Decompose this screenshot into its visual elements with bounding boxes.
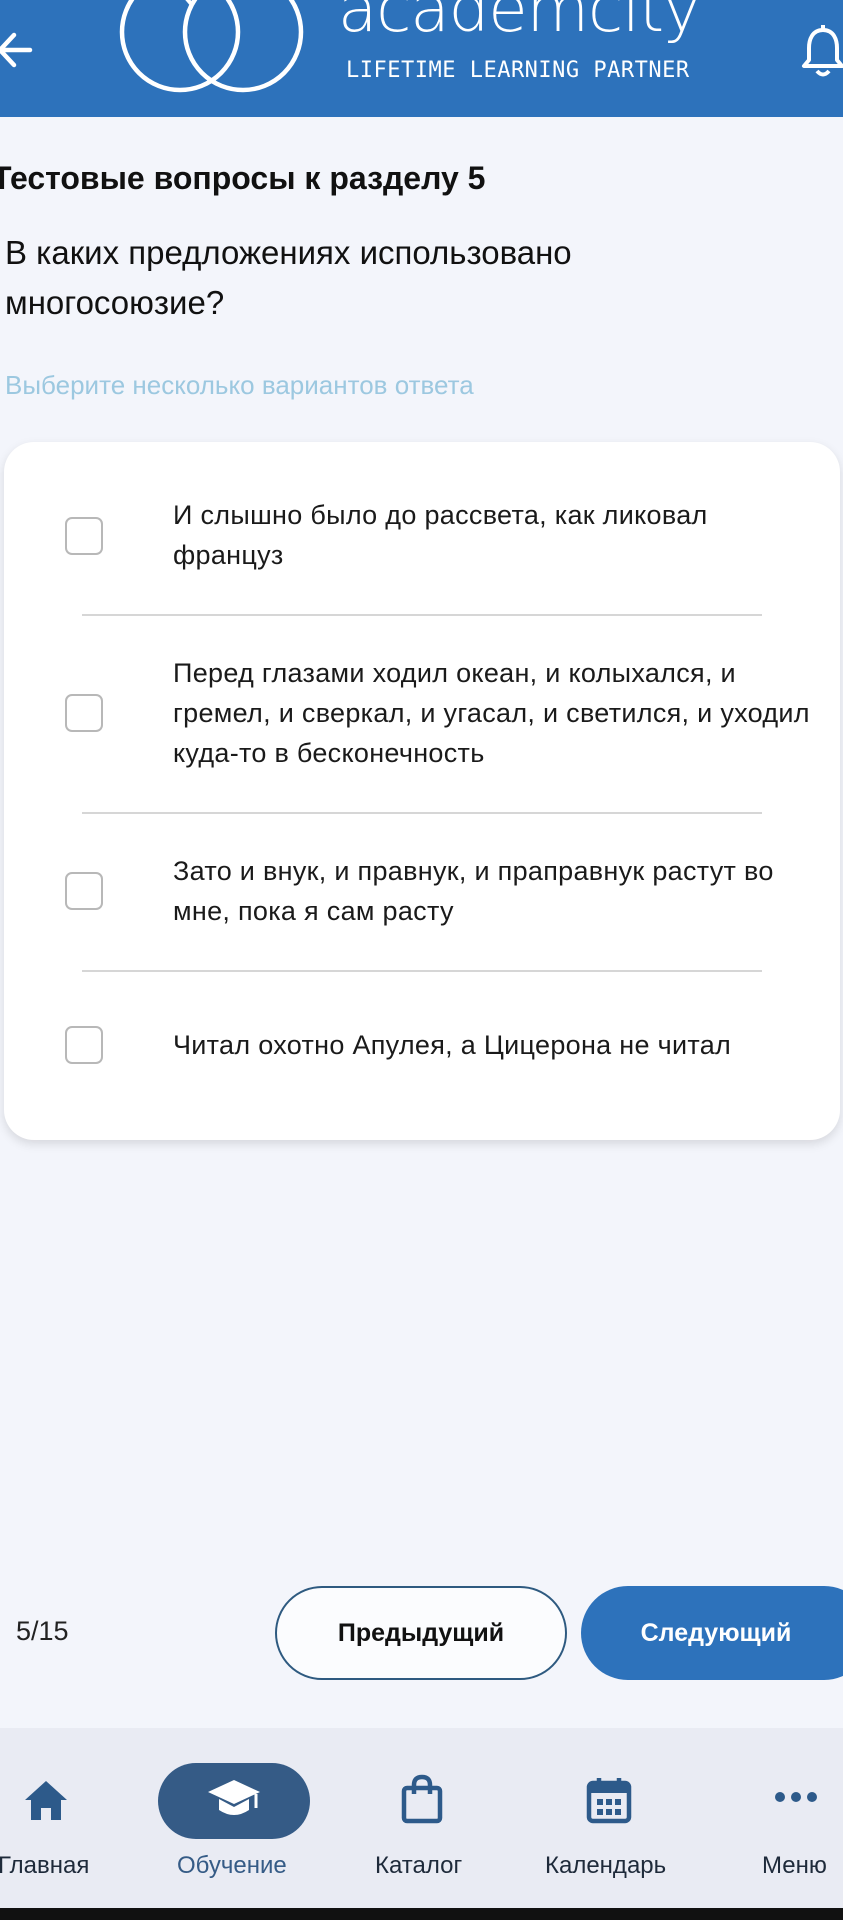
answer-hint: Выберите несколько вариантов ответа	[5, 370, 474, 400]
option-label: И слышно было до рассвета, как ликовал ф…	[173, 500, 708, 570]
answer-option[interactable]: И слышно было до рассвета, как ликовал ф…	[4, 490, 840, 580]
answer-option[interactable]: Перед глазами ходил океан, и колыхался, …	[4, 648, 840, 768]
bell-icon	[802, 25, 843, 77]
next-button[interactable]: Следующий	[581, 1586, 843, 1680]
nav-item-calendar[interactable]: Календарь	[530, 1728, 690, 1908]
app-header: academcity LIFETIME LEARNING PARTNER	[0, 0, 843, 117]
option-divider	[82, 614, 762, 616]
nav-item-catalog[interactable]: Каталог	[360, 1728, 480, 1908]
brand-tagline: LIFETIME LEARNING PARTNER	[346, 58, 690, 83]
nav-label: Главная	[0, 1852, 90, 1879]
notifications-button[interactable]	[800, 20, 843, 82]
option-checkbox[interactable]	[65, 517, 103, 555]
answer-option[interactable]: Читал охотно Апулея, а Цицерона не читал	[4, 1012, 840, 1082]
section-title: Тестовые вопросы к разделу 5	[0, 160, 486, 196]
home-icon	[25, 1781, 67, 1820]
question-text: В каких предложениях использовано многос…	[5, 234, 572, 321]
arrow-left-icon	[0, 32, 33, 68]
nav-label: Календарь	[545, 1852, 667, 1879]
more-dots-icon	[775, 1792, 817, 1802]
calendar-icon	[586, 1778, 632, 1824]
graduation-cap-icon	[208, 1780, 260, 1815]
brand-name: academcity	[338, 0, 701, 47]
option-label: Зато и внук, и правнук, и праправнук рас…	[173, 856, 774, 926]
nav-label: Меню	[762, 1852, 827, 1879]
academcity-logo-mark	[119, 0, 304, 93]
system-gesture-bar	[0, 1908, 843, 1920]
nav-label: Каталог	[375, 1852, 463, 1879]
answer-option[interactable]: Зато и внук, и правнук, и праправнук рас…	[4, 846, 840, 936]
nav-item-menu[interactable]: Меню	[740, 1728, 843, 1908]
previous-button[interactable]: Предыдущий	[275, 1586, 567, 1680]
shopping-bag-icon	[401, 1774, 443, 1824]
question-counter: 5/15	[16, 1616, 69, 1646]
option-checkbox[interactable]	[65, 694, 103, 732]
option-checkbox[interactable]	[65, 872, 103, 910]
option-divider	[82, 970, 762, 972]
back-button[interactable]	[0, 22, 38, 78]
nav-item-learning[interactable]: Обучение	[150, 1728, 318, 1908]
option-label: Читал охотно Апулея, а Цицерона не читал	[173, 1030, 732, 1060]
nav-item-home[interactable]: Главная	[0, 1728, 120, 1908]
bottom-navigation: Главная Обучение Каталог Календарь Меню	[0, 1728, 843, 1908]
option-checkbox[interactable]	[65, 1026, 103, 1064]
option-divider	[82, 812, 762, 814]
options-card: И слышно было до рассвета, как ликовал ф…	[4, 442, 840, 1140]
option-label: Перед глазами ходил океан, и колыхался, …	[173, 658, 810, 768]
nav-label: Обучение	[177, 1852, 287, 1879]
